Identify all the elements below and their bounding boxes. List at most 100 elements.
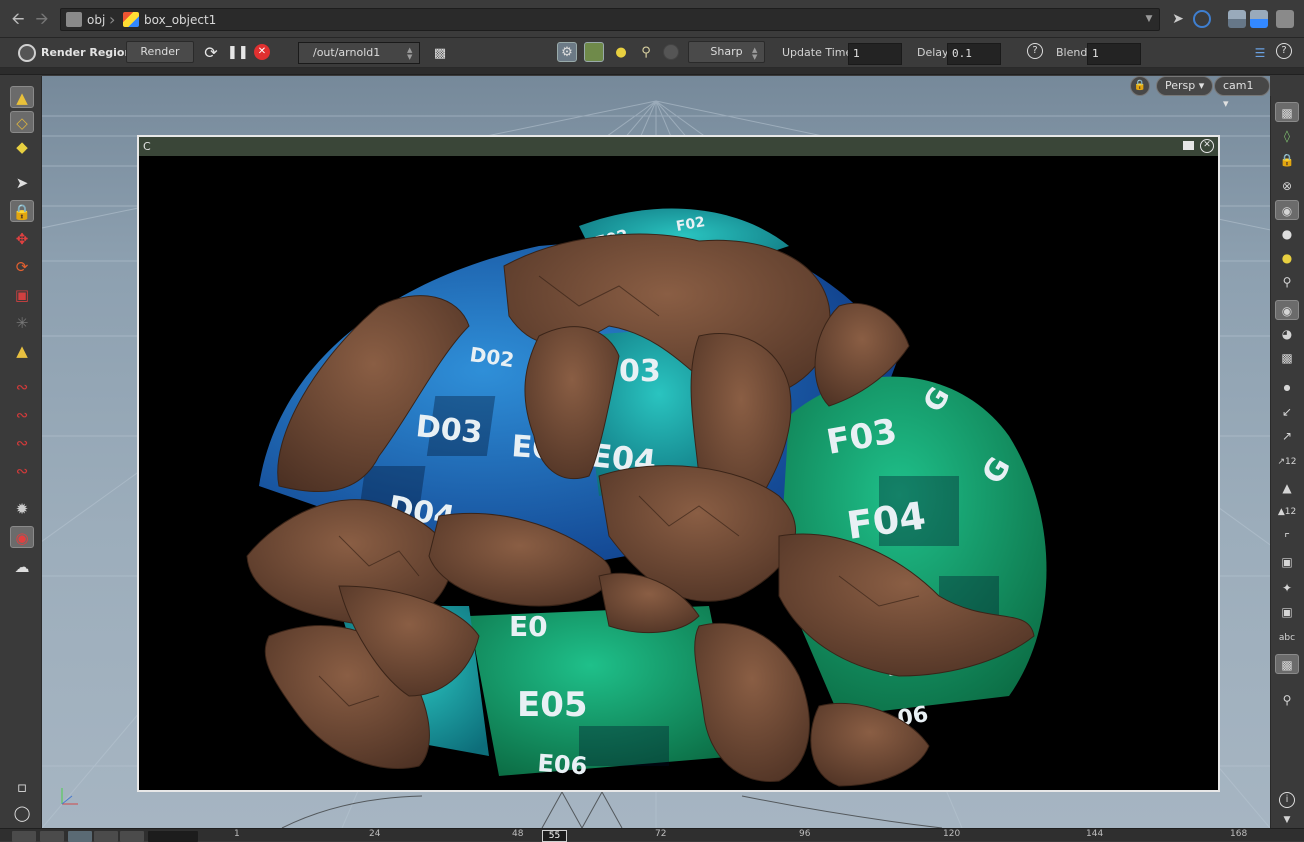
- select-tool-icon[interactable]: ➤: [10, 172, 34, 194]
- camera-view-icon[interactable]: ◕: [1275, 324, 1299, 344]
- perspective-menu[interactable]: Persp ▾: [1156, 76, 1214, 96]
- geometry-visibility-icon[interactable]: ◊: [1275, 126, 1299, 146]
- maximize-icon[interactable]: [1183, 141, 1194, 150]
- snap-multi-icon[interactable]: ∾: [10, 460, 34, 482]
- camera-menu[interactable]: cam1 ▾: [1214, 76, 1270, 110]
- perspective-label: Persp: [1165, 79, 1196, 92]
- render-region-tool-icon[interactable]: ◉: [10, 526, 34, 548]
- prim-numbers-icon[interactable]: ▲12: [1275, 502, 1299, 522]
- light-bulb-icon[interactable]: ●: [611, 43, 631, 63]
- camera-label: cam1: [1223, 79, 1254, 92]
- link-indicator-icon[interactable]: [1193, 10, 1211, 28]
- render-region-label: C: [143, 140, 151, 153]
- stop-render-icon[interactable]: ✕: [254, 44, 270, 60]
- frame-field[interactable]: [148, 831, 198, 842]
- point-numbers-icon[interactable]: ↗12: [1275, 452, 1299, 472]
- back-arrow-icon[interactable]: 🡨: [8, 9, 28, 29]
- prim-display-icon[interactable]: ▲: [1275, 478, 1299, 498]
- camera-tool-icon[interactable]: ☁: [10, 556, 34, 578]
- toolbar-collapse-strip[interactable]: [0, 68, 1304, 75]
- uv-display-icon[interactable]: ✦: [1275, 578, 1299, 598]
- crumb-obj[interactable]: obj: [87, 12, 105, 28]
- snap-prim-icon[interactable]: ∾: [10, 404, 34, 426]
- light-icon[interactable]: ●: [1275, 224, 1299, 244]
- viewer-menu-icon[interactable]: [1276, 10, 1294, 28]
- render-region-titlebar[interactable]: C ✕: [139, 137, 1218, 156]
- background-image-icon[interactable]: ▩: [1275, 654, 1299, 674]
- forward-arrow-icon[interactable]: 🡪: [32, 9, 52, 29]
- path-dropdown-icon[interactable]: ▼: [1142, 12, 1156, 27]
- headlight-icon[interactable]: ●: [1275, 248, 1299, 268]
- preview-mode-icon[interactable]: [584, 42, 604, 62]
- lock-selection-icon[interactable]: 🔒: [10, 200, 34, 222]
- scale-tool-icon[interactable]: ▣: [10, 284, 34, 306]
- rop-path-dropdown[interactable]: /out/arnold1: [298, 42, 420, 64]
- ambient-occlusion-icon[interactable]: ◉: [1275, 300, 1299, 320]
- shading-tex-icon[interactable]: ◆: [10, 136, 34, 158]
- delay-field[interactable]: 0.1: [947, 43, 1001, 65]
- refresh-icon[interactable]: ⟳: [201, 43, 221, 63]
- current-frame-marker[interactable]: 55: [542, 830, 567, 842]
- network-path-field[interactable]: obj › box_object1 ▼: [60, 8, 1160, 31]
- pause-icon[interactable]: ❚❚: [227, 43, 249, 63]
- display-bottom-icon[interactable]: ▫: [10, 776, 34, 798]
- toolbar-options-icon[interactable]: ☰: [1250, 43, 1270, 63]
- timeline[interactable]: 1 24 48 72 96 120 144 168 55: [0, 828, 1304, 842]
- left-toolbar: ▲ ◇ ◆ ➤ 🔒 ✥ ⟳ ▣ ✳ ▲ ∾ ∾ ∾ ∾ ✹ ◉ ☁ ▫ ◯: [0, 76, 42, 828]
- hull-display-icon[interactable]: ▣: [1275, 552, 1299, 572]
- text-display-icon[interactable]: abc: [1275, 628, 1299, 648]
- close-circle-icon[interactable]: ⊗: [1275, 176, 1299, 196]
- zoom-magnifier-icon[interactable]: ⚲: [636, 43, 656, 63]
- render-settings-icon[interactable]: ⚙: [557, 42, 577, 62]
- update-time-field[interactable]: 1: [848, 43, 902, 65]
- render-options-icon[interactable]: ▩: [430, 44, 450, 64]
- filter-spinner-icon: ▲ ▼: [752, 46, 758, 61]
- shading-solid-icon[interactable]: ▲: [10, 86, 34, 108]
- snap-grid-icon[interactable]: ∾: [10, 376, 34, 398]
- filter-mode-label: Sharp: [710, 45, 743, 58]
- viewer-help-icon[interactable]: ?: [1276, 43, 1292, 59]
- vector-icon[interactable]: ↗: [1275, 426, 1299, 446]
- render-button[interactable]: Render: [126, 41, 194, 63]
- flipbook-icon[interactable]: ✹: [10, 498, 34, 520]
- pose-tool-icon[interactable]: ✳: [10, 312, 34, 334]
- render-region-toolbar: Render Region Render ⟳ ❚❚ ✕ /out/arnold1…: [0, 38, 1304, 68]
- move-tool-icon[interactable]: ✥: [10, 228, 34, 250]
- collapse-arrow-icon[interactable]: ▼: [1275, 810, 1299, 830]
- timeline-button[interactable]: [40, 831, 64, 842]
- rotate-tool-icon[interactable]: ⟳: [10, 256, 34, 278]
- edge-display-icon[interactable]: ⌜: [1275, 528, 1299, 548]
- handle-tool-icon[interactable]: ▲: [10, 340, 34, 362]
- timeline-tick: 1: [234, 829, 240, 839]
- timeline-button[interactable]: [94, 831, 118, 842]
- close-icon[interactable]: ✕: [1200, 139, 1214, 153]
- shading-mode-icon[interactable]: ◉: [1275, 200, 1299, 220]
- timeline-button[interactable]: [68, 831, 92, 842]
- guides-icon[interactable]: ⚲: [1275, 690, 1299, 710]
- info-icon[interactable]: i: [1279, 792, 1295, 808]
- background-icon[interactable]: ▩: [1275, 348, 1299, 368]
- camera-lock-icon[interactable]: 🔒: [1130, 76, 1150, 96]
- normals-icon[interactable]: ↙: [1275, 402, 1299, 422]
- timeline-tick: 48: [512, 829, 524, 839]
- light-gizmo-icon[interactable]: ⚲: [1275, 272, 1299, 292]
- help-icon[interactable]: ?: [1027, 43, 1043, 59]
- lock-icon[interactable]: 🔒: [1275, 150, 1299, 170]
- shading-wire-icon[interactable]: ◇: [10, 111, 34, 133]
- pin-icon[interactable]: ➤: [1169, 10, 1187, 28]
- tile-label: E06: [537, 749, 589, 780]
- scene-viewport[interactable]: 🔒 Persp ▾ cam1 ▾ C ✕ F02 D02 D03 E0 D04 …: [42, 76, 1270, 828]
- globe-icon[interactable]: ◯: [10, 802, 34, 824]
- display-options-icon[interactable]: [1228, 10, 1246, 28]
- profile-display-icon[interactable]: ▣: [1275, 602, 1299, 622]
- render-region-window[interactable]: C ✕ F02 D02 D03 E0 D04 03 E04 F03 G F04 …: [137, 135, 1220, 792]
- timeline-button[interactable]: [120, 831, 144, 842]
- point-display-icon[interactable]: ●: [1275, 378, 1299, 398]
- timeline-button[interactable]: [12, 831, 36, 842]
- crumb-box-object[interactable]: box_object1: [144, 12, 216, 28]
- display-options-icon[interactable]: ▩: [1275, 102, 1299, 122]
- snapshot-icon[interactable]: [1250, 10, 1268, 28]
- snap-point-icon[interactable]: ∾: [10, 432, 34, 454]
- blend-field[interactable]: 1: [1087, 43, 1141, 65]
- color-swatch-icon[interactable]: [663, 44, 679, 60]
